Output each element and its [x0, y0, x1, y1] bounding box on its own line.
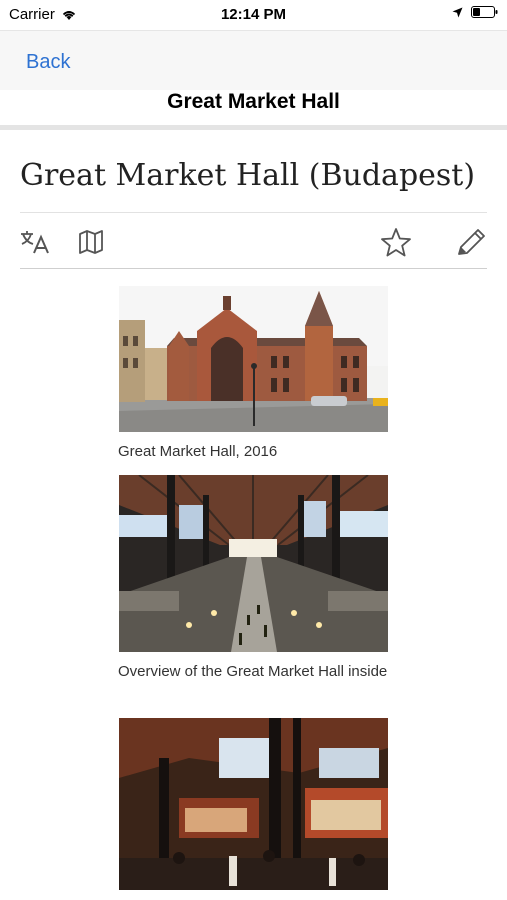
battery-icon	[471, 6, 498, 18]
edit-pencil-icon	[458, 229, 485, 255]
edit-button[interactable]	[454, 226, 488, 258]
stalls-photo	[119, 718, 388, 890]
figure-caption: Overview of the Great Market Hall inside	[118, 663, 388, 680]
navigation-bar: Back	[0, 30, 507, 93]
divider	[20, 212, 487, 213]
figure-exterior[interactable]	[119, 286, 388, 432]
map-icon	[79, 230, 103, 254]
article-title: Great Market Hall (Budapest)	[20, 158, 476, 193]
figure-caption: Great Market Hall, 2016	[118, 443, 278, 460]
title-bar: Great Market Hall	[0, 90, 507, 126]
status-bar: Carrier 12:14 PM	[0, 0, 507, 30]
save-star-button[interactable]	[379, 226, 413, 258]
status-right	[452, 6, 498, 18]
divider	[20, 268, 487, 269]
figure-stalls[interactable]	[119, 718, 388, 890]
translate-icon	[21, 231, 49, 254]
location-arrow-icon	[452, 7, 463, 17]
nav-title: Great Market Hall	[167, 90, 340, 113]
nav-divider	[0, 125, 507, 130]
clock: 12:14 PM	[220, 6, 287, 23]
exterior-photo	[119, 286, 388, 432]
translate-button[interactable]	[19, 226, 53, 258]
figure-interior[interactable]	[119, 475, 388, 652]
star-icon	[381, 228, 411, 257]
back-button[interactable]: Back	[26, 51, 70, 74]
map-button[interactable]	[74, 226, 108, 258]
interior-photo	[119, 475, 388, 652]
